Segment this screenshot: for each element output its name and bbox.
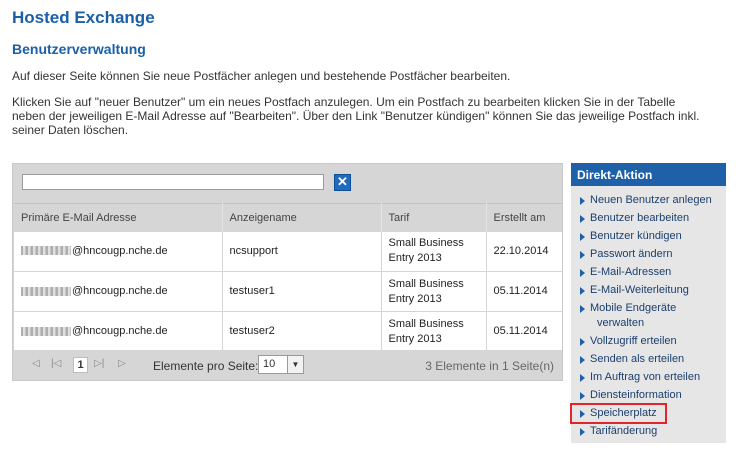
action-label: Speicherplatz [590, 407, 657, 419]
table-row[interactable]: @hncougp.nche.de testuser1 Small Busines… [14, 271, 562, 312]
arrow-right-icon [580, 428, 585, 436]
tarif-line: Entry 2013 [388, 252, 442, 265]
search-input[interactable] [22, 174, 324, 190]
direct-action-list: Neuen Benutzer anlegen Benutzer bearbeit… [570, 186, 726, 439]
arrow-right-icon [580, 410, 585, 418]
intro-text: Auf dieser Seite können Sie neue Postfäc… [12, 69, 511, 83]
email-cell: @hncougp.nche.de [14, 271, 223, 312]
action-label: Benutzer bearbeiten [590, 212, 690, 224]
per-page-label: Elemente pro Seite: [153, 359, 259, 373]
per-page-select[interactable]: 10 ▼ [258, 355, 304, 374]
action-label: Tarifänderung [590, 425, 658, 437]
action-label: E-Mail-Weiterleitung [590, 284, 689, 296]
tarif-cell: Small Business Entry 2013 [381, 311, 487, 352]
email-cell: @hncougp.nche.de [14, 231, 223, 272]
table-header-row: Primäre E-Mail Adresse Anzeigename Tarif… [14, 203, 562, 232]
action-storage[interactable]: Speicherplatz [570, 403, 667, 424]
arrow-right-icon [580, 338, 585, 346]
tarif-line: Small Business [388, 277, 464, 290]
tarif-line: Small Business [388, 237, 464, 250]
action-tariff-change[interactable]: Tarifänderung [571, 424, 726, 439]
created-cell: 05.11.2014 [486, 271, 562, 312]
description-text: Klicken Sie auf "neuer Benutzer" um ein … [12, 95, 700, 137]
email-value: @hncougp.nche.de [72, 285, 168, 297]
arrow-right-icon [580, 233, 585, 241]
close-icon[interactable]: ✕ [334, 174, 351, 191]
user-table: Primäre E-Mail Adresse Anzeigename Tarif… [14, 203, 562, 352]
tarif-cell: Small Business Entry 2013 [381, 231, 487, 272]
redacted-text [21, 286, 71, 296]
chevron-down-icon[interactable]: ▼ [287, 356, 303, 373]
arrow-right-icon [580, 356, 585, 364]
action-full-access[interactable]: Vollzugriff erteilen [571, 334, 726, 349]
action-label: Diensteinformation [590, 389, 682, 401]
display-name-cell: ncsupport [222, 231, 382, 272]
email-value: @hncougp.nche.de [72, 244, 168, 257]
action-email-addresses[interactable]: E-Mail-Adressen [571, 265, 726, 280]
table-row[interactable]: @hncougp.nche.de testuser2 Small Busines… [14, 311, 562, 352]
arrow-right-icon [580, 374, 585, 382]
tarif-line: Small Business [388, 317, 464, 330]
arrow-right-icon [580, 305, 585, 313]
action-label: Senden als erteilen [590, 353, 685, 365]
action-label: Neuen Benutzer anlegen [590, 194, 712, 206]
column-header-created[interactable]: Erstellt am [486, 203, 562, 232]
first-page-icon[interactable]: ◁ [32, 358, 40, 369]
page-title: Hosted Exchange [12, 8, 155, 27]
action-label: E-Mail-Adressen [590, 266, 672, 278]
redacted-text [21, 246, 71, 256]
email-cell: @hncougp.nche.de [14, 311, 223, 352]
arrow-right-icon [580, 197, 585, 205]
action-mobile-devices[interactable]: Mobile Endgeräte verwalten [571, 301, 726, 331]
previous-page-icon[interactable]: |◁ [51, 358, 61, 369]
column-header-display-name[interactable]: Anzeigename [222, 203, 382, 232]
action-edit-user[interactable]: Benutzer bearbeiten [571, 211, 726, 226]
tarif-line: Entry 2013 [388, 332, 442, 345]
created-cell: 05.11.2014 [486, 311, 562, 352]
action-label: Mobile Endgeräte [590, 302, 677, 314]
table-row[interactable]: @hncougp.nche.de ncsupport Small Busines… [14, 231, 562, 272]
column-header-email[interactable]: Primäre E-Mail Adresse [14, 203, 223, 232]
direct-action-header: Direkt-Aktion [571, 163, 726, 186]
action-change-password[interactable]: Passwort ändern [571, 247, 726, 262]
action-send-as[interactable]: Senden als erteilen [571, 352, 726, 367]
action-send-on-behalf[interactable]: Im Auftrag von erteilen [571, 370, 726, 385]
current-page[interactable]: 1 [73, 357, 88, 373]
email-value: @hncougp.nche.de [72, 325, 168, 337]
arrow-right-icon [580, 392, 585, 400]
user-grid: ✕ Primäre E-Mail Adresse Anzeigename Tar… [12, 163, 563, 381]
column-header-tarif[interactable]: Tarif [381, 203, 487, 232]
display-name-cell: testuser2 [222, 311, 382, 352]
tarif-cell: Small Business Entry 2013 [381, 271, 487, 312]
action-new-user[interactable]: Neuen Benutzer anlegen [571, 193, 726, 208]
display-name-cell: testuser1 [222, 271, 382, 312]
arrow-right-icon [580, 287, 585, 295]
action-email-forwarding[interactable]: E-Mail-Weiterleitung [571, 283, 726, 298]
per-page-value: 10 [263, 358, 276, 370]
action-cancel-user[interactable]: Benutzer kündigen [571, 229, 726, 244]
pager-info: 3 Elemente in 1 Seite(n) [425, 359, 554, 373]
arrow-right-icon [580, 215, 585, 223]
page-subtitle: Benutzerverwaltung [12, 41, 146, 57]
next-page-icon[interactable]: ▷| [94, 358, 104, 369]
created-cell: 22.10.2014 [486, 231, 562, 272]
action-label: Im Auftrag von erteilen [590, 371, 701, 383]
last-page-icon[interactable]: ▷ [118, 358, 126, 369]
action-label: Benutzer kündigen [590, 230, 682, 242]
tarif-line: Entry 2013 [388, 292, 442, 305]
action-label: verwalten [597, 317, 645, 329]
action-label: Vollzugriff erteilen [590, 335, 677, 347]
action-service-info[interactable]: Diensteinformation [571, 388, 726, 403]
direct-action-panel: Direkt-Aktion Neuen Benutzer anlegen Ben… [570, 163, 726, 443]
action-label: Passwort ändern [590, 248, 673, 260]
arrow-right-icon [580, 269, 585, 277]
pager: ◁ |◁ 1 ▷| ▷ Elemente pro Seite: 10 ▼ 3 E… [14, 350, 562, 380]
redacted-text [21, 326, 71, 336]
arrow-right-icon [580, 251, 585, 259]
